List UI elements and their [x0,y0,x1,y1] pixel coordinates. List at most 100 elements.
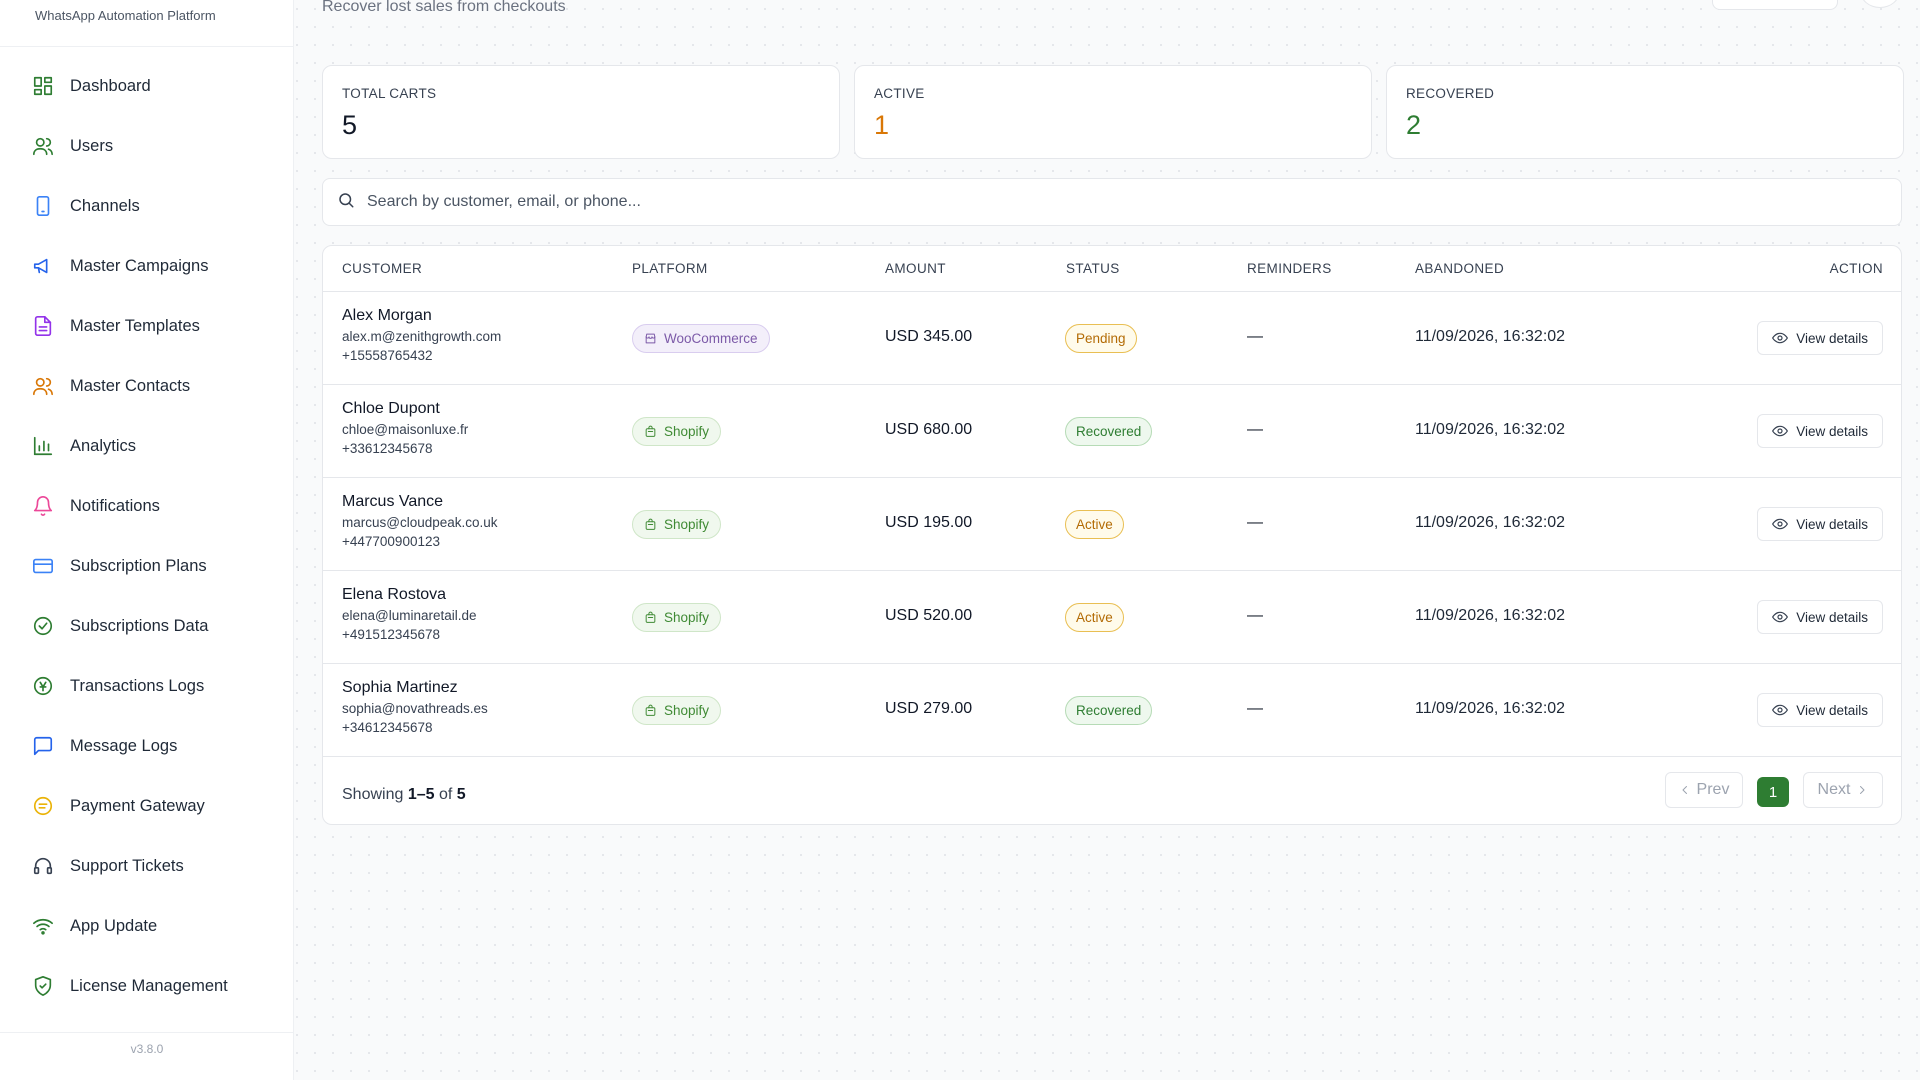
stat-card-active: ACTIVE 1 [854,65,1372,159]
sidebar-item-license-management[interactable]: License Management [0,956,294,1016]
platform-cell: Shopify [632,417,722,446]
action-cell: View details [1757,507,1883,541]
sidebar-item-master-campaigns[interactable]: Master Campaigns [0,236,294,296]
dashboard-icon [32,75,54,97]
bar-chart-icon [32,435,54,457]
sidebar-item-channels[interactable]: Channels [0,176,294,236]
view-details-label: View details [1796,423,1868,439]
sidebar-item-master-templates[interactable]: Master Templates [0,296,294,356]
users-icon [32,135,54,157]
sidebar-item-analytics[interactable]: Analytics [0,416,294,476]
prev-button[interactable]: Prev [1665,772,1743,808]
sidebar-item-label: Dashboard [70,76,151,95]
showing-of: of [434,786,457,803]
sidebar-item-label: Master Contacts [70,376,191,395]
sidebar-item-message-logs[interactable]: Message Logs [0,716,294,776]
header-button[interactable] [1712,0,1838,10]
table-row: Alex Morgan alex.m@zenithgrowth.com +15558… [323,292,1901,385]
sidebar-item-users[interactable]: Users [0,116,294,176]
platform-badge: WooCommerce [632,324,770,353]
reminders-cell: — [1247,421,1263,438]
view-details-label: View details [1796,330,1868,346]
pagination-summary: Showing 1–5 of 5 [342,786,466,804]
showing-total: 5 [456,786,466,803]
wifi-icon [32,915,54,937]
page-button-current[interactable]: 1 [1757,777,1789,807]
table-row: Marcus Vance marcus@cloudpeak.co.uk +44770… [323,478,1901,571]
sidebar-item-notifications[interactable]: Notifications [0,476,294,536]
platform-label: Shopify [664,703,710,718]
shopping-bag-icon [644,518,664,531]
view-details-button[interactable]: View details [1757,414,1883,448]
customer-cell: Alex Morgan alex.m@zenithgrowth.com +15558… [342,307,501,363]
platform-cell: WooCommerce [632,324,770,353]
platform-badge: Shopify [632,510,722,539]
view-details-label: View details [1796,609,1868,625]
sidebar-item-subscription-plans[interactable]: Subscription Plans [0,536,294,596]
platform-badge: Shopify [632,696,722,725]
customer-name: Alex Morgan [342,307,432,324]
amount-cell: USD 195.00 [885,514,973,531]
sidebar-item-support-tickets[interactable]: Support Tickets [0,836,294,896]
column-header-status: STATUS [1066,261,1120,276]
customer-name: Sophia Martinez [342,679,458,696]
next-button[interactable]: Next [1803,772,1883,808]
action-cell: View details [1757,693,1883,727]
eye-icon [1772,516,1796,532]
search-input[interactable] [367,182,1901,222]
avatar[interactable] [1860,0,1900,8]
divider [0,46,294,47]
platform-label: Shopify [664,517,710,532]
platform-label: WooCommerce [664,331,758,346]
sidebar-item-master-contacts[interactable]: Master Contacts [0,356,294,416]
customer-email: alex.m@zenithgrowth.com [342,329,502,344]
shopping-bag-icon [644,611,664,624]
abandoned-date: 11/09/2026, 16:32:02 [1415,514,1566,531]
customer-phone: +491512345678 [342,627,440,642]
sidebar-item-payment-gateway[interactable]: Payment Gateway [0,776,294,836]
customer-name: Chloe Dupont [342,400,440,417]
customer-phone: +34612345678 [342,720,433,735]
customer-cell: Sophia Martinez sophia@novathreads.es +346… [342,679,488,735]
stat-label: TOTAL CARTS [342,86,437,101]
headset-icon [32,855,54,877]
showing-prefix: Showing [342,786,408,803]
stat-value: 2 [1406,110,1422,140]
shield-check-icon [32,975,54,997]
customer-email: sophia@novathreads.es [342,701,488,716]
shopping-bag-icon [644,425,664,438]
status-badge: Recovered [1065,696,1153,725]
action-cell: View details [1757,600,1883,634]
abandoned-date: 11/09/2026, 16:32:02 [1415,607,1566,624]
view-details-button[interactable]: View details [1757,321,1883,355]
eye-icon [1772,330,1796,346]
platform-label: Shopify [664,424,710,439]
sidebar-item-dashboard[interactable]: Dashboard [0,56,294,116]
platform-cell: Shopify [632,603,722,632]
platform-badge: Shopify [632,417,722,446]
divider [0,1032,294,1033]
app-version: v3.8.0 [130,1042,164,1056]
bell-icon [32,495,54,517]
view-details-button[interactable]: View details [1757,600,1883,634]
sidebar-item-subscriptions-data[interactable]: Subscriptions Data [0,596,294,656]
sidebar-item-label: Users [70,136,114,155]
stat-label: ACTIVE [874,86,925,101]
reminders-cell: — [1247,328,1263,345]
shopping-bag-icon [644,704,664,717]
sidebar-item-label: Payment Gateway [70,796,205,815]
message-icon [32,735,54,757]
sidebar-nav: Dashboard Users Channels Master Campaign… [0,56,294,1026]
showing-range: 1–5 [407,786,435,803]
prev-label: Prev [1696,781,1730,798]
view-details-button[interactable]: View details [1757,507,1883,541]
check-circle-icon [32,615,54,637]
view-details-button[interactable]: View details [1757,693,1883,727]
status-cell: Active [1065,603,1124,632]
reminders-cell: — [1247,607,1263,624]
sidebar-item-label: License Management [70,976,228,995]
sidebar-item-transactions-logs[interactable]: Transactions Logs [0,656,294,716]
abandoned-date: 11/09/2026, 16:32:02 [1415,421,1566,438]
sidebar-item-app-update[interactable]: App Update [0,896,294,956]
sidebar-item-label: Master Campaigns [70,256,209,275]
